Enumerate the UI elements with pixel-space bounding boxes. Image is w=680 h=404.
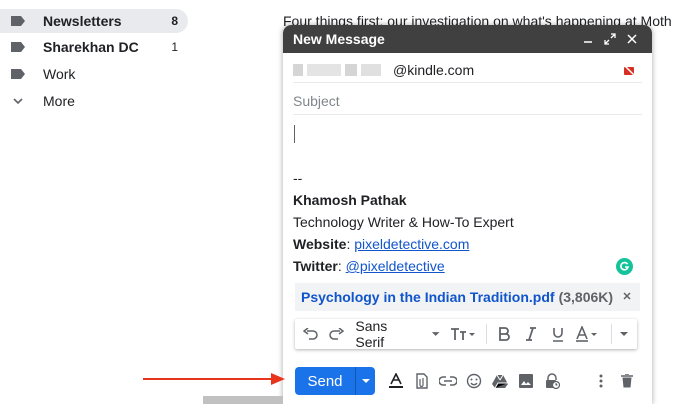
annotation-arrow-icon (143, 373, 285, 385)
website-link[interactable]: pixeldetective.com (354, 236, 469, 252)
signature: -- Khamosh Pathak Technology Writer & Ho… (293, 167, 633, 277)
attachment-size: (3,806K) (558, 289, 614, 305)
label-icon (10, 66, 26, 82)
partial-sidebar-item (10, 0, 190, 4)
sidebar-item-more[interactable]: More (0, 89, 188, 113)
text-size-icon[interactable] (450, 322, 478, 346)
text-cursor (294, 125, 295, 143)
google-drive-icon[interactable] (490, 371, 510, 391)
formatting-options-icon[interactable] (386, 371, 406, 391)
minimize-icon[interactable] (578, 29, 598, 49)
toolbar-divider (610, 324, 612, 344)
signature-name: Khamosh Pathak (293, 192, 407, 208)
attachment-name: Psychology in the Indian Tradition.pdf (301, 289, 555, 305)
confidential-mode-icon[interactable] (542, 371, 562, 391)
label-icon (10, 13, 26, 29)
label-separator: : (337, 258, 346, 274)
recipient-email: @kindle.com (393, 61, 475, 78)
chevron-down-icon (10, 93, 26, 109)
insert-photo-icon[interactable] (516, 371, 536, 391)
redacted-recipient (293, 62, 389, 78)
undo-icon[interactable] (301, 322, 320, 346)
formatting-toolbar: Sans Serif (295, 318, 637, 350)
text-color-icon[interactable] (575, 322, 603, 346)
more-options-icon[interactable] (591, 371, 611, 391)
sidebar-item-label: More (43, 93, 75, 109)
sidebar-item-label: Sharekhan DC (43, 39, 139, 55)
unread-count: 8 (171, 14, 178, 28)
sidebar-item-label: Work (43, 66, 76, 82)
italic-icon[interactable] (520, 322, 541, 346)
sidebar-item-sharekhan-dc[interactable]: Sharekhan DC 1 (0, 35, 188, 59)
remove-attachment-icon[interactable] (620, 289, 634, 303)
more-formatting-icon[interactable] (618, 322, 631, 346)
font-family-select[interactable]: Sans Serif (355, 318, 442, 350)
twitter-link[interactable]: @pixeldetective (346, 258, 445, 274)
grammarly-icon[interactable] (616, 258, 633, 275)
sidebar: Newsletters 8 Sharekhan DC 1 Work More (0, 0, 200, 404)
attachment-chip[interactable]: Psychology in the Indian Tradition.pdf (… (295, 283, 640, 311)
subject-placeholder: Subject (293, 92, 340, 109)
send-button-group: Send (295, 367, 375, 395)
toolbar-divider (486, 324, 488, 344)
font-family-value: Sans Serif (355, 318, 388, 350)
insert-link-icon[interactable] (438, 371, 458, 391)
compose-window: New Message @kindle.com Subject -- Khamo… (283, 25, 652, 404)
twitter-label: Twitter (293, 258, 338, 274)
sidebar-item-label: Newsletters (43, 13, 122, 29)
compose-titlebar[interactable]: New Message (283, 25, 652, 53)
send-options-button[interactable] (355, 367, 375, 395)
subject-field[interactable]: Subject (293, 87, 642, 115)
recipients-field[interactable]: @kindle.com (293, 57, 642, 83)
label-icon (10, 39, 26, 55)
bold-icon[interactable] (493, 322, 514, 346)
attach-file-icon[interactable] (412, 371, 432, 391)
emoji-icon[interactable] (464, 371, 484, 391)
compose-title: New Message (293, 31, 385, 47)
redo-icon[interactable] (326, 322, 345, 346)
expand-icon[interactable] (600, 29, 620, 49)
signature-role: Technology Writer & How-To Expert (293, 214, 514, 230)
sidebar-item-newsletters[interactable]: Newsletters 8 (0, 9, 188, 33)
underline-icon[interactable] (547, 322, 568, 346)
close-icon[interactable] (622, 29, 642, 49)
sidebar-item-work[interactable]: Work (0, 62, 188, 86)
unread-count: 1 (171, 40, 178, 54)
horizontal-scrollbar[interactable] (203, 396, 283, 404)
confidential-icon[interactable] (622, 63, 636, 77)
compose-actions-bar: Send (283, 363, 652, 399)
discard-draft-icon[interactable] (617, 371, 637, 391)
website-label: Website (293, 236, 347, 252)
send-button[interactable]: Send (295, 367, 355, 395)
signature-separator: -- (293, 170, 303, 186)
